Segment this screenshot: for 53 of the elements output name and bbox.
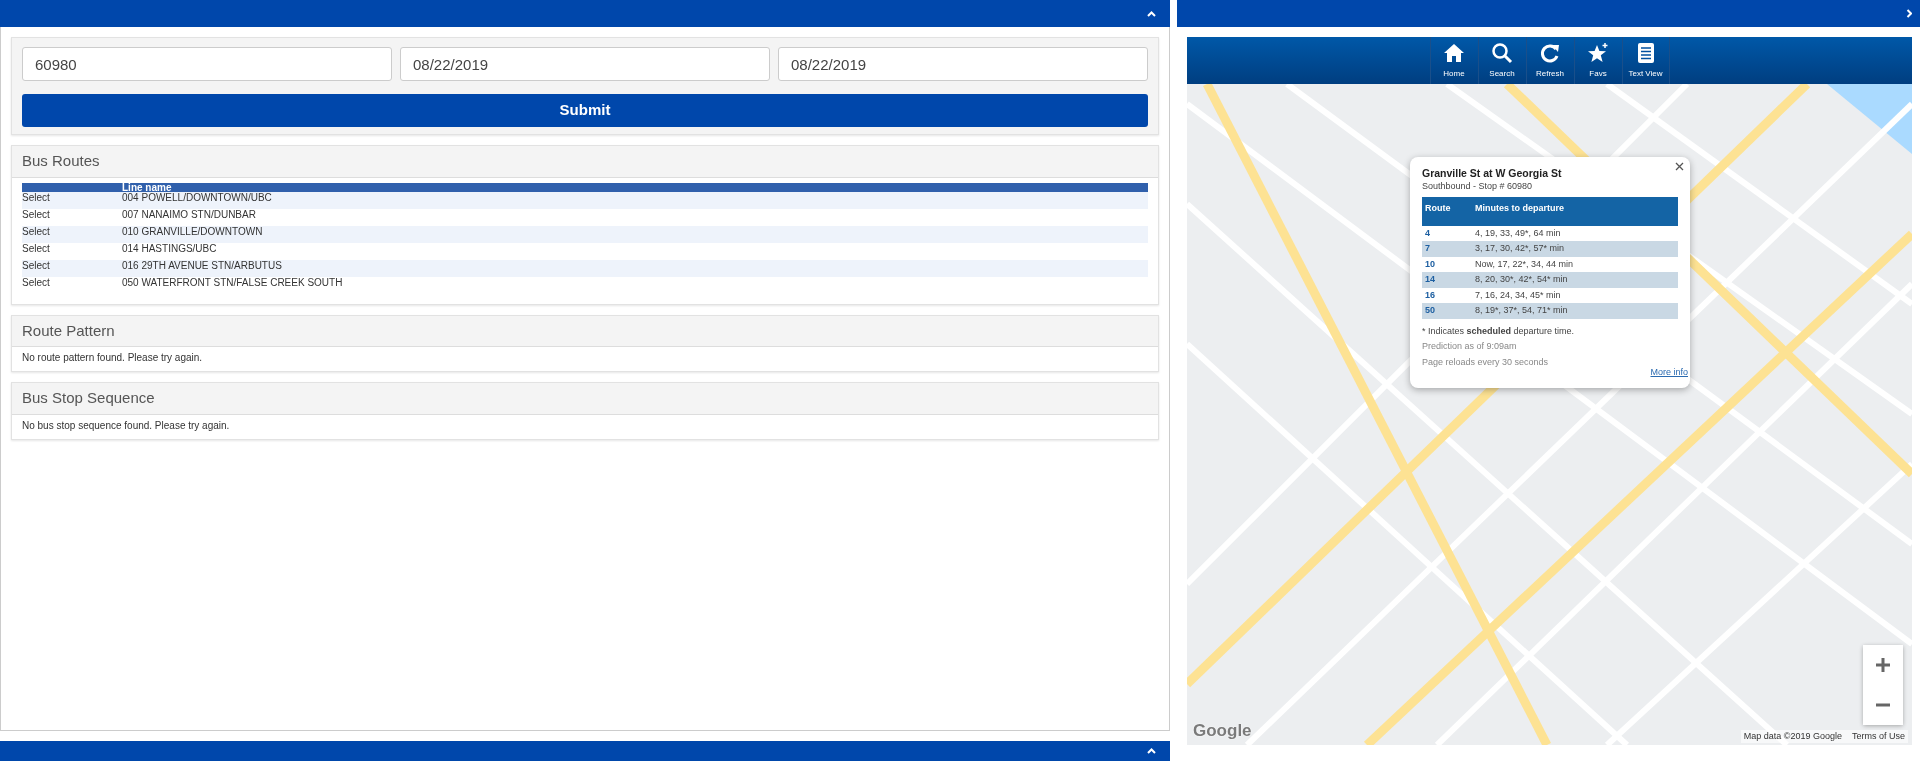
- panel-title: Bus Stop Sequence: [12, 383, 1158, 415]
- departure-times: 3, 17, 30, 42*, 57* min: [1472, 241, 1678, 257]
- select-link[interactable]: Select: [22, 242, 122, 260]
- departure-times: 8, 20, 30*, 42*, 54* min: [1472, 272, 1678, 288]
- table-cell: 010 GRANVILLE/DOWNTOWN: [122, 225, 1148, 243]
- map-attribution: Map data ©2019 Google: [1743, 729, 1842, 743]
- route-number: 50: [1422, 303, 1472, 319]
- select-link[interactable]: Select: [22, 259, 122, 277]
- select-link[interactable]: Select: [22, 276, 122, 294]
- map-logo: Google: [1193, 719, 1252, 742]
- more-info-link[interactable]: More info: [1650, 366, 1688, 380]
- table-cell: 050 WATERFRONT STN/FALSE CREEK SOUTH: [122, 276, 1148, 294]
- collapse-icon[interactable]: [1147, 748, 1156, 754]
- route-number: 7: [1422, 241, 1472, 257]
- collapse-icon[interactable]: [1147, 10, 1156, 17]
- route-number: 10: [1422, 256, 1472, 273]
- empty-message: No bus stop sequence found. Please try again.: [21, 418, 231, 433]
- minus-icon: [1875, 703, 1891, 707]
- route-number: 4: [1422, 225, 1472, 242]
- departure-times: 7, 16, 24, 34, 45* min: [1472, 287, 1678, 304]
- start-date-field[interactable]: 08/22/2019: [400, 47, 770, 81]
- panel-title: Route Pattern: [12, 315, 1158, 347]
- column-header: Minutes to departure: [1472, 197, 1678, 226]
- popup-title: Granville St at W Georgia St: [1422, 167, 1563, 180]
- refresh-icon: [1539, 42, 1561, 64]
- select-link[interactable]: Select: [22, 208, 122, 226]
- select-link[interactable]: Select: [22, 225, 122, 243]
- column-header: Route: [1422, 197, 1472, 226]
- expand-icon[interactable]: [1906, 9, 1912, 18]
- home-icon: [1443, 42, 1465, 64]
- table-cell: 016 29TH AVENUE STN/ARBUTUS: [122, 259, 1148, 277]
- terms-link[interactable]: Terms of Use: [1852, 729, 1905, 743]
- popup-subtitle: Southbound - Stop # 60980: [1422, 179, 1534, 193]
- footnote-text: * Indicates scheduled departure time.: [1422, 324, 1576, 338]
- zoom-in-button[interactable]: [1863, 645, 1903, 685]
- search-icon: [1491, 42, 1513, 64]
- end-date-field[interactable]: 08/22/2019: [778, 47, 1148, 81]
- star-icon: [1587, 42, 1609, 64]
- route-number: 16: [1422, 287, 1472, 304]
- table-cell: 007 NANAIMO STN/DUNBAR: [122, 208, 1148, 226]
- plus-icon: [1875, 657, 1891, 673]
- stop-number-field[interactable]: 60980: [22, 47, 392, 81]
- empty-message: No route pattern found. Please try again.: [21, 351, 204, 365]
- column-header: Line name: [122, 182, 1148, 192]
- reload-notice-text: Page reloads every 30 seconds: [1422, 355, 1550, 369]
- table-cell: 014 HASTINGS/UBC: [122, 242, 1148, 260]
- panel-title: Bus Routes: [12, 146, 1158, 178]
- route-number: 14: [1422, 272, 1472, 288]
- departure-times: 8, 19*, 37*, 54, 71* min: [1472, 303, 1678, 319]
- prediction-time-text: Prediction as of 9:09am: [1422, 340, 1518, 354]
- submit-button[interactable]: Submit: [22, 94, 1148, 127]
- departure-times: 4, 19, 33, 49*, 64 min: [1472, 225, 1678, 242]
- departure-times: Now, 17, 22*, 34, 44 min: [1472, 256, 1678, 273]
